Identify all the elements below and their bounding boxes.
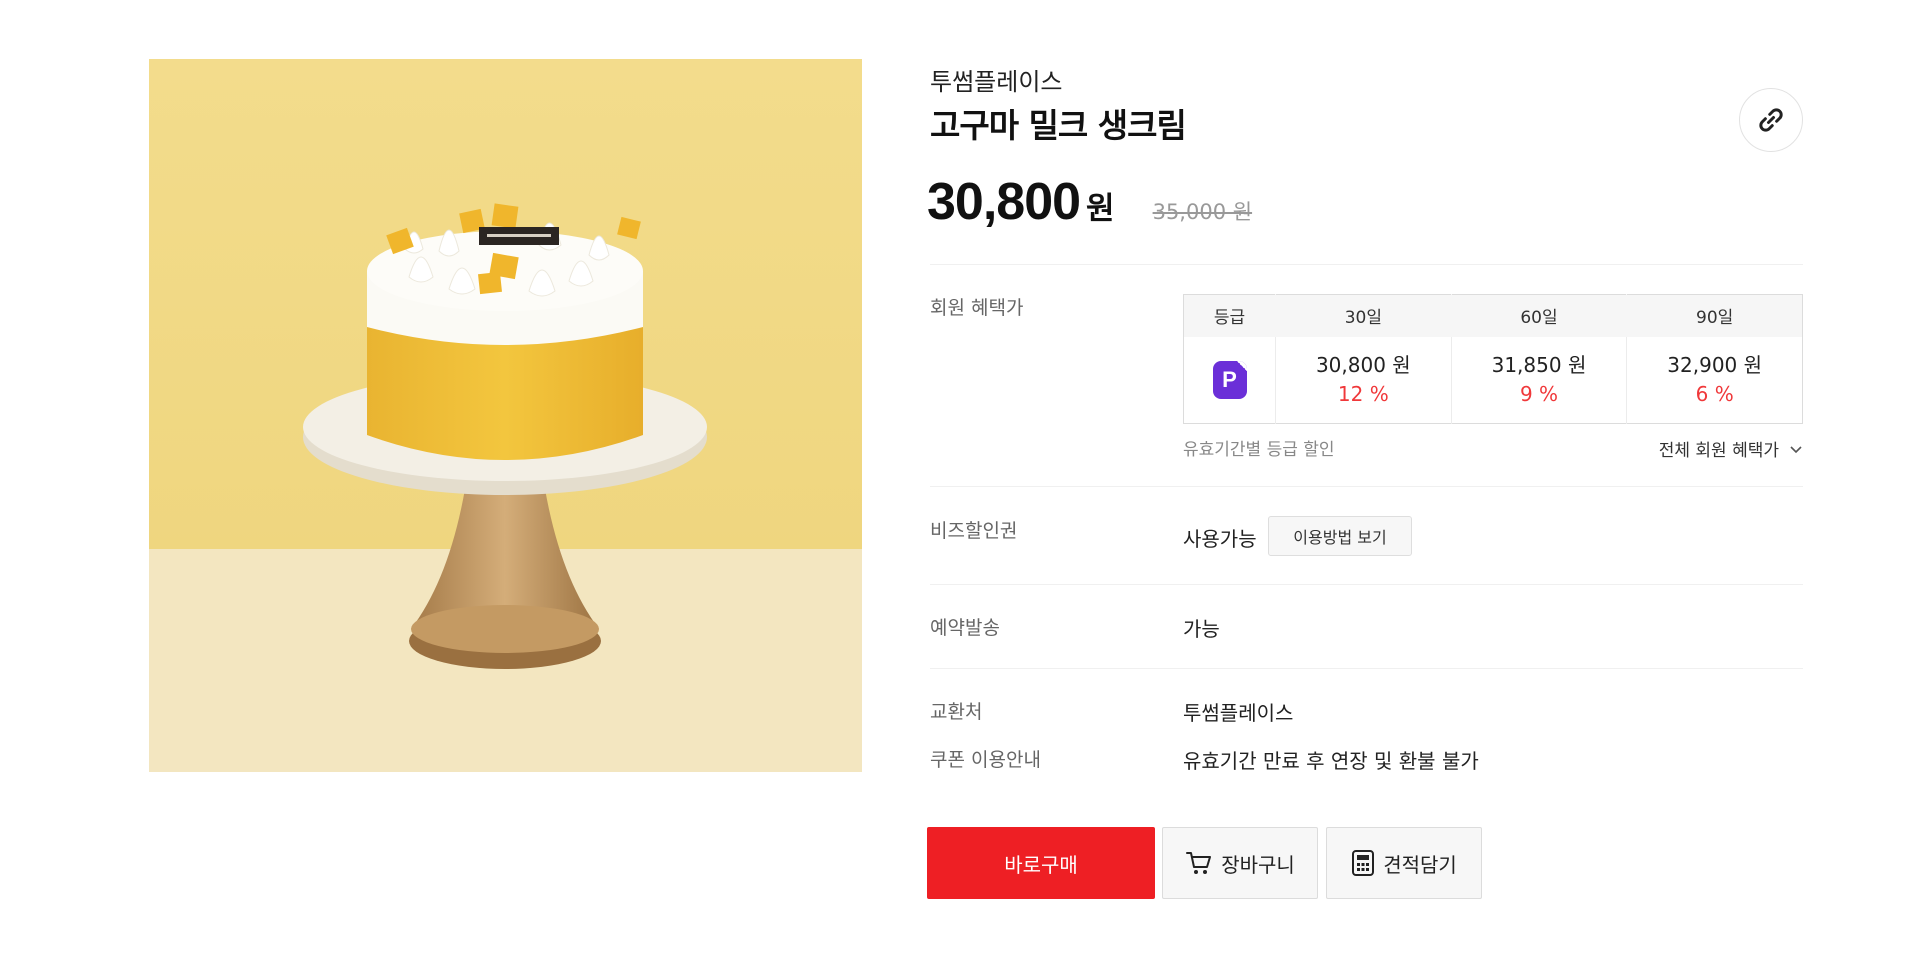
product-image — [149, 59, 862, 772]
quote-button-label: 견적담기 — [1383, 852, 1457, 877]
biz-coupon-label: 비즈할인권 — [930, 520, 1018, 542]
price-row: 30,800 원 35,000 원 — [927, 172, 1252, 232]
price-cell-30days: 30,800 원 12 % — [1275, 336, 1452, 424]
calculator-icon — [1352, 850, 1375, 876]
product-title: 고구마 밀크 생크림 — [930, 106, 1187, 145]
chevron-down-icon — [1790, 445, 1802, 453]
divider — [930, 668, 1803, 669]
cart-icon — [1186, 852, 1212, 874]
discount-rate: 6 % — [1695, 381, 1734, 406]
member-price: 30,800 원 — [1315, 352, 1411, 377]
brand-name: 투썸플레이스 — [930, 68, 1063, 96]
sale-price: 30,800 — [927, 173, 1081, 231]
member-price: 31,850 원 — [1491, 352, 1587, 377]
coupon-guide-value: 유효기간 만료 후 연장 및 환불 불가 — [1183, 749, 1479, 773]
cart-button[interactable]: 장바구니 — [1162, 827, 1318, 899]
discount-rate: 12 % — [1337, 381, 1389, 406]
grade-cell: P — [1184, 337, 1276, 424]
share-link-button[interactable] — [1739, 88, 1803, 152]
all-member-benefits-label: 전체 회원 혜택가 — [1658, 441, 1779, 461]
link-icon — [1759, 108, 1783, 132]
divider — [930, 584, 1803, 585]
product-info: 투썸플레이스 고구마 밀크 생크림 30,800 원 35,000 원 회원 혜… — [927, 0, 1803, 960]
grade-p-icon: P — [1212, 360, 1247, 399]
price-unit: 원 — [1086, 191, 1115, 227]
biz-coupon-status: 사용가능 — [1183, 527, 1257, 551]
discount-rate: 9 % — [1519, 381, 1559, 406]
original-price: 35,000 원 — [1152, 200, 1253, 224]
membership-label: 회원 혜택가 — [930, 297, 1024, 319]
divider — [930, 486, 1803, 487]
buy-now-button[interactable]: 바로구매 — [927, 827, 1155, 899]
table-header-60days: 60일 — [1450, 294, 1627, 337]
divider — [930, 264, 1803, 265]
table-header-30days: 30일 — [1275, 294, 1452, 337]
all-member-benefits-toggle[interactable]: 전체 회원 혜택가 — [1659, 436, 1803, 461]
quote-button[interactable]: 견적담기 — [1326, 827, 1482, 899]
exchange-label: 교환처 — [930, 701, 983, 723]
coupon-guide-label: 쿠폰 이용안내 — [930, 749, 1041, 771]
member-price: 32,900 원 — [1667, 352, 1763, 377]
cake-photo — [149, 59, 862, 772]
price-cell-60days: 31,850 원 9 % — [1450, 336, 1627, 424]
how-to-use-button[interactable]: 이용방법 보기 — [1268, 516, 1412, 556]
table-header-90days: 90일 — [1626, 294, 1803, 337]
price-cell-90days: 32,900 원 6 % — [1626, 336, 1803, 424]
membership-price-table: 등급 30일 60일 90일 P 30,800 원 12 % 31,850 원 … — [1183, 294, 1803, 424]
table-header-grade: 등급 — [1183, 294, 1276, 337]
table-row: P 30,800 원 12 % 31,850 원 9 % 32,900 원 6 … — [1184, 336, 1803, 424]
membership-note: 유효기간별 등급 할인 — [1183, 440, 1335, 460]
cart-button-label: 장바구니 — [1221, 852, 1295, 877]
exchange-value: 투썸플레이스 — [1183, 701, 1294, 725]
reservation-label: 예약발송 — [930, 617, 1000, 639]
reservation-value: 가능 — [1183, 617, 1220, 641]
